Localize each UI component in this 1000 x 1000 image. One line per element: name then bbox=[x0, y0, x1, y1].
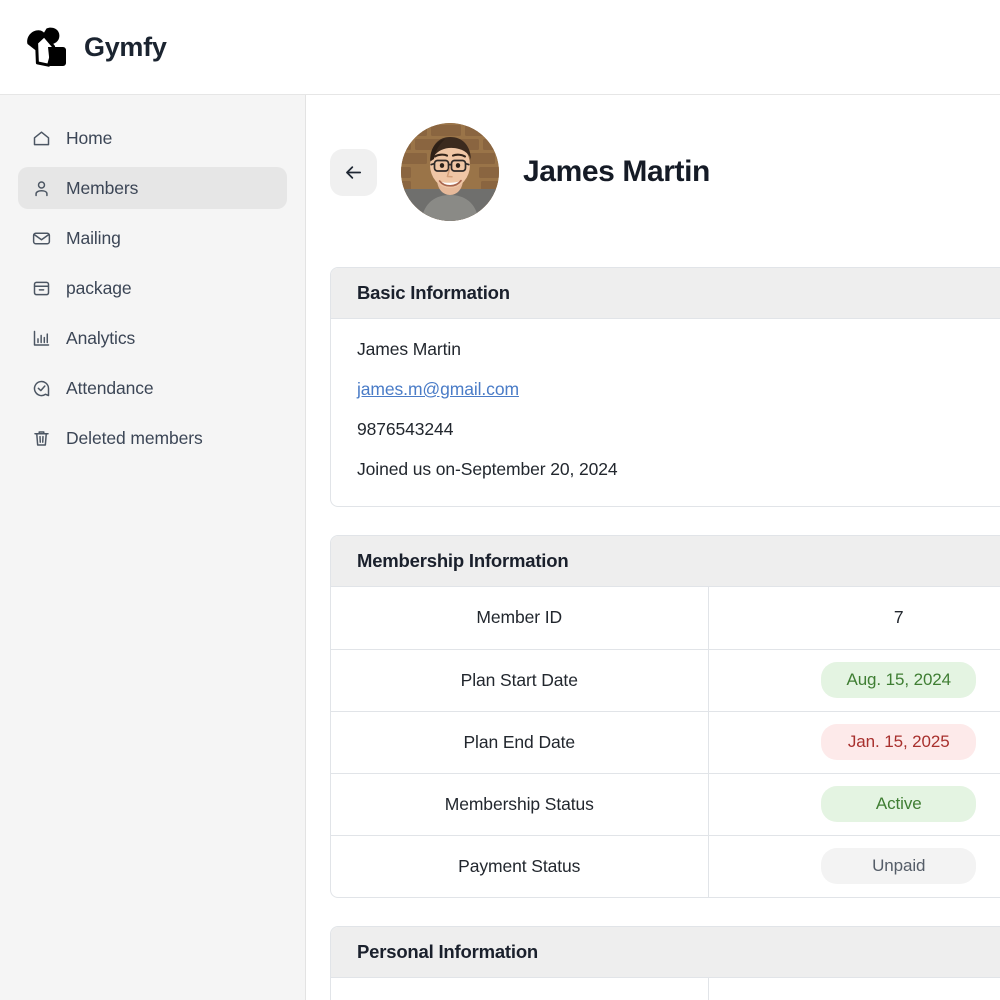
profile-header: James Martin bbox=[307, 95, 1000, 221]
member-email-link[interactable]: james.m@gmail.com bbox=[357, 379, 519, 399]
sidebar-item-package[interactable]: package bbox=[18, 267, 287, 309]
sidebar-item-deleted-members[interactable]: Deleted members bbox=[18, 417, 287, 459]
sidebar-item-label: Home bbox=[66, 127, 113, 148]
sidebar: Home Members Mailing package Analytics A… bbox=[0, 95, 306, 1000]
row-value: 7 bbox=[708, 587, 1000, 649]
basic-information-card: Basic Information James Martin james.m@g… bbox=[330, 267, 1000, 507]
table-row: Member ID 7 bbox=[331, 587, 1000, 649]
row-key: Member ID bbox=[331, 587, 709, 649]
personal-information-card: Personal Information Age 25 bbox=[330, 926, 1000, 1000]
basic-information-title: Basic Information bbox=[331, 268, 1000, 319]
status-badge: Unpaid bbox=[821, 848, 977, 885]
sidebar-item-label: package bbox=[66, 277, 132, 298]
main-content: James Martin Basic Information James Mar… bbox=[307, 95, 1000, 1000]
membership-information-card: Membership Information Member ID 7 Plan … bbox=[330, 535, 1000, 898]
table-row: Age 25 bbox=[331, 978, 1000, 1000]
row-key: Plan Start Date bbox=[331, 648, 709, 711]
table-row: Plan Start Date Aug. 15, 2024 bbox=[331, 648, 1000, 711]
sidebar-item-label: Deleted members bbox=[66, 427, 203, 448]
sidebar-item-members[interactable]: Members bbox=[18, 167, 287, 209]
member-joined-date: Joined us on-September 20, 2024 bbox=[357, 459, 618, 479]
gym-dumbbell-logo-icon bbox=[24, 25, 66, 69]
member-email-row: james.m@gmail.com bbox=[357, 379, 1000, 400]
sidebar-item-label: Members bbox=[66, 177, 139, 198]
row-key: Plan End Date bbox=[331, 710, 709, 773]
bar-chart-icon bbox=[30, 327, 52, 349]
check-circle-icon bbox=[30, 377, 52, 399]
personal-information-title: Personal Information bbox=[331, 927, 1000, 978]
membership-information-title: Membership Information bbox=[331, 536, 1000, 587]
trash-icon bbox=[30, 427, 52, 449]
status-badge: Aug. 15, 2024 bbox=[821, 662, 977, 698]
sidebar-item-home[interactable]: Home bbox=[18, 117, 287, 159]
sidebar-item-mailing[interactable]: Mailing bbox=[18, 217, 287, 259]
sidebar-item-label: Mailing bbox=[66, 227, 121, 248]
row-value: Active bbox=[708, 772, 1000, 835]
membership-information-table: Member ID 7 Plan Start Date Aug. 15, 202… bbox=[331, 587, 1000, 897]
brand[interactable]: Gymfy bbox=[24, 25, 167, 69]
status-badge: Jan. 15, 2025 bbox=[821, 724, 977, 760]
sidebar-item-label: Attendance bbox=[66, 377, 154, 398]
arrow-left-icon bbox=[342, 161, 365, 184]
row-value: Jan. 15, 2025 bbox=[708, 710, 1000, 773]
sidebar-item-analytics[interactable]: Analytics bbox=[18, 317, 287, 359]
sidebar-item-label: Analytics bbox=[66, 327, 136, 348]
table-row: Plan End Date Jan. 15, 2025 bbox=[331, 710, 1000, 773]
brand-name: Gymfy bbox=[84, 31, 167, 62]
member-phone: 9876543244 bbox=[357, 419, 454, 439]
basic-information-body: James Martin james.m@gmail.com 987654324… bbox=[331, 319, 1000, 506]
app-header: Gymfy bbox=[0, 0, 1000, 95]
row-value: Unpaid bbox=[708, 834, 1000, 897]
sidebar-item-attendance[interactable]: Attendance bbox=[18, 367, 287, 409]
table-row: Payment Status Unpaid bbox=[331, 834, 1000, 897]
row-value: 25 bbox=[708, 978, 1000, 1000]
status-badge: Active bbox=[821, 786, 977, 822]
envelope-icon bbox=[30, 227, 52, 249]
row-key: Payment Status bbox=[331, 834, 709, 897]
table-row: Membership Status Active bbox=[331, 772, 1000, 835]
member-id-value: 7 bbox=[893, 607, 904, 628]
row-key: Age bbox=[331, 978, 709, 1000]
avatar bbox=[401, 123, 499, 221]
personal-information-table: Age 25 bbox=[331, 978, 1000, 1000]
user-icon bbox=[30, 177, 52, 199]
member-name: James Martin bbox=[357, 339, 461, 359]
row-value: Aug. 15, 2024 bbox=[708, 648, 1000, 711]
back-button[interactable] bbox=[330, 148, 377, 196]
row-key: Membership Status bbox=[331, 772, 709, 835]
package-box-icon bbox=[30, 277, 52, 299]
page-title: James Martin bbox=[523, 155, 710, 188]
home-icon bbox=[30, 127, 52, 149]
